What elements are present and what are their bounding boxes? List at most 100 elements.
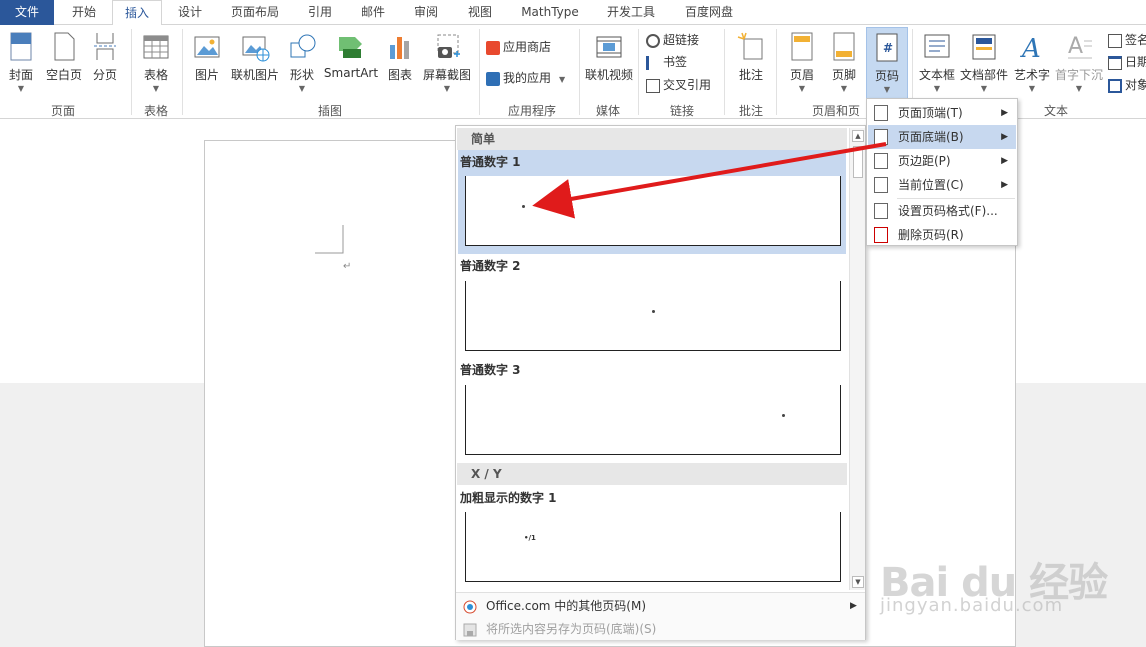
group-label-comments: 批注 bbox=[738, 104, 763, 118]
top-of-page-icon bbox=[874, 105, 888, 121]
tab-references[interactable]: 引用 bbox=[296, 0, 344, 25]
group-divider bbox=[131, 29, 132, 115]
object-button[interactable]: 对象 bbox=[1108, 75, 1146, 95]
svg-text:#: # bbox=[883, 41, 893, 55]
more-page-numbers-office[interactable]: Office.com 中的其他页码(M) ▶ bbox=[462, 595, 857, 617]
section-header-simple: 简单 bbox=[457, 128, 847, 150]
group-divider bbox=[479, 29, 480, 115]
online-picture-button[interactable]: 联机图片 bbox=[228, 31, 282, 83]
remove-page-numbers-icon bbox=[874, 227, 888, 243]
group-divider bbox=[579, 29, 580, 115]
link-icon bbox=[646, 33, 660, 48]
online-video-button[interactable]: 联机视频 bbox=[582, 31, 636, 83]
menu-item-remove-page-numbers[interactable]: 删除页码(R) bbox=[868, 223, 1016, 247]
chart-button[interactable]: 图表 bbox=[383, 31, 417, 83]
apps-icon bbox=[486, 71, 500, 86]
scroll-down-icon[interactable]: ▼ bbox=[852, 576, 864, 588]
margin-corner-mark: ↵ bbox=[315, 225, 351, 272]
gallery-item-plain-number-3[interactable] bbox=[465, 385, 841, 455]
wordart-icon: A bbox=[1020, 34, 1041, 63]
page-number-placeholder bbox=[652, 310, 655, 313]
page-break-icon bbox=[94, 33, 116, 60]
cover-button[interactable]: 封面 ▼ bbox=[4, 31, 38, 93]
tab-baidu-netdisk[interactable]: 百度网盘 bbox=[676, 0, 742, 25]
scroll-thumb[interactable] bbox=[853, 146, 863, 178]
table-button[interactable]: 表格 ▼ bbox=[138, 31, 174, 93]
comment-button[interactable]: 批注 bbox=[732, 31, 770, 83]
current-position-icon bbox=[874, 177, 888, 193]
save-selection-as-page-number[interactable]: 将所选内容另存为页码(底端)(S) bbox=[462, 618, 656, 640]
tab-mathtype[interactable]: MathType bbox=[512, 0, 588, 25]
menu-item-current-position[interactable]: 当前位置(C) ▶ bbox=[868, 173, 1016, 197]
menu-item-bottom-of-page[interactable]: 页面底端(B) ▶ bbox=[868, 125, 1016, 149]
page-number-menu: 页面顶端(T) ▶ 页面底端(B) ▶ 页边距(P) ▶ 当前位置(C) ▶ 设置页码格… bbox=[866, 98, 1018, 246]
bookmark-button[interactable]: 书签 bbox=[646, 52, 687, 72]
gallery-item-bold-number-1[interactable]: •/1 bbox=[465, 512, 841, 582]
tab-review[interactable]: 审阅 bbox=[404, 0, 448, 25]
group-divider bbox=[776, 29, 777, 115]
signature-line-button[interactable]: 签名 bbox=[1108, 30, 1146, 50]
page-bottom-gallery: 简单 普通数字 1 普通数字 2 普通数字 3 X / Y 加粗显示的数字 1 … bbox=[455, 125, 866, 640]
screenshot-button[interactable]: 屏幕截图 ▼ bbox=[420, 31, 474, 93]
new-comment-icon bbox=[737, 32, 763, 60]
cross-reference-button[interactable]: 交叉引用 bbox=[646, 75, 711, 95]
office-globe-icon bbox=[462, 599, 478, 615]
wordart-button[interactable]: A 艺术字 ▼ bbox=[1012, 31, 1052, 93]
page-number-icon: # bbox=[876, 33, 898, 62]
page-number-button[interactable]: # 页码 ▼ bbox=[866, 27, 908, 99]
app-store-button[interactable]: 应用商店 bbox=[486, 37, 551, 57]
gallery-item-title: 普通数字 2 bbox=[460, 259, 521, 273]
tab-home[interactable]: 开始 bbox=[62, 0, 106, 25]
tab-page-layout[interactable]: 页面布局 bbox=[222, 0, 288, 25]
menu-item-format-page-numbers[interactable]: 设置页码格式(F)... bbox=[868, 199, 1016, 223]
menu-item-page-margins[interactable]: 页边距(P) ▶ bbox=[868, 149, 1016, 173]
group-divider bbox=[638, 29, 639, 115]
page-number-placeholder bbox=[782, 414, 785, 417]
tab-developer[interactable]: 开发工具 bbox=[598, 0, 664, 25]
baidu-watermark: Bai du 经验 jingyan.baidu.com bbox=[880, 520, 1140, 640]
text-box-button[interactable]: 文本框 ▼ bbox=[918, 31, 956, 93]
tab-design[interactable]: 设计 bbox=[168, 0, 212, 25]
online-picture-icon bbox=[242, 36, 270, 62]
svg-text:A: A bbox=[1068, 34, 1083, 59]
gallery-scrollbar[interactable]: ▲ ▼ bbox=[849, 128, 865, 590]
blank-page-button[interactable]: 空白页 bbox=[42, 31, 86, 83]
gallery-item-plain-number-2[interactable] bbox=[465, 281, 841, 351]
gallery-footer: Office.com 中的其他页码(M) ▶ 将所选内容另存为页码(底端)(S) bbox=[456, 592, 865, 640]
group-divider bbox=[182, 29, 183, 115]
page-number-sample: •/1 bbox=[524, 534, 536, 542]
header-button[interactable]: 页眉 ▼ bbox=[784, 31, 820, 93]
smartart-button[interactable]: SmartArt bbox=[322, 31, 380, 80]
format-page-numbers-icon bbox=[874, 203, 888, 219]
hyperlink-button[interactable]: 超链接 bbox=[646, 30, 699, 50]
menu-item-top-of-page[interactable]: 页面顶端(T) ▶ bbox=[868, 101, 1016, 125]
tab-file[interactable]: 文件 bbox=[0, 0, 54, 25]
scroll-up-icon[interactable]: ▲ bbox=[852, 130, 864, 142]
group-label-header-footer: 页眉和页 bbox=[812, 104, 861, 118]
footer-icon bbox=[833, 32, 855, 61]
date-time-button[interactable]: 日期 bbox=[1108, 52, 1146, 72]
group-label-media: 媒体 bbox=[595, 104, 620, 118]
quick-parts-icon bbox=[972, 34, 996, 60]
picture-button[interactable]: 图片 bbox=[188, 31, 226, 83]
group-label-apps: 应用程序 bbox=[507, 104, 556, 118]
tab-insert[interactable]: 插入 bbox=[112, 0, 162, 26]
text-box-icon bbox=[924, 34, 950, 58]
shapes-button[interactable]: 形状 ▼ bbox=[284, 31, 320, 93]
quick-parts-button[interactable]: 文档部件 ▼ bbox=[958, 31, 1010, 93]
group-label-pages: 页面 bbox=[50, 104, 75, 118]
gallery-item-plain-number-1[interactable] bbox=[465, 176, 841, 246]
tab-view[interactable]: 视图 bbox=[458, 0, 502, 25]
cover-icon bbox=[10, 32, 32, 61]
page-break-button[interactable]: 分页 bbox=[88, 31, 122, 83]
group-label-text: 文本 bbox=[1043, 104, 1068, 118]
tab-mailings[interactable]: 邮件 bbox=[352, 0, 394, 25]
footer-button[interactable]: 页脚 ▼ bbox=[826, 31, 862, 93]
drop-cap-button[interactable]: A 首字下沉 ▼ bbox=[1054, 31, 1104, 93]
object-icon bbox=[1108, 78, 1122, 93]
table-icon bbox=[143, 35, 169, 59]
svg-text:↵: ↵ bbox=[343, 261, 351, 272]
screenshot-icon bbox=[437, 34, 460, 58]
submenu-arrow-icon: ▶ bbox=[1001, 132, 1008, 142]
my-apps-button[interactable]: 我的应用 ▼ bbox=[486, 68, 565, 88]
